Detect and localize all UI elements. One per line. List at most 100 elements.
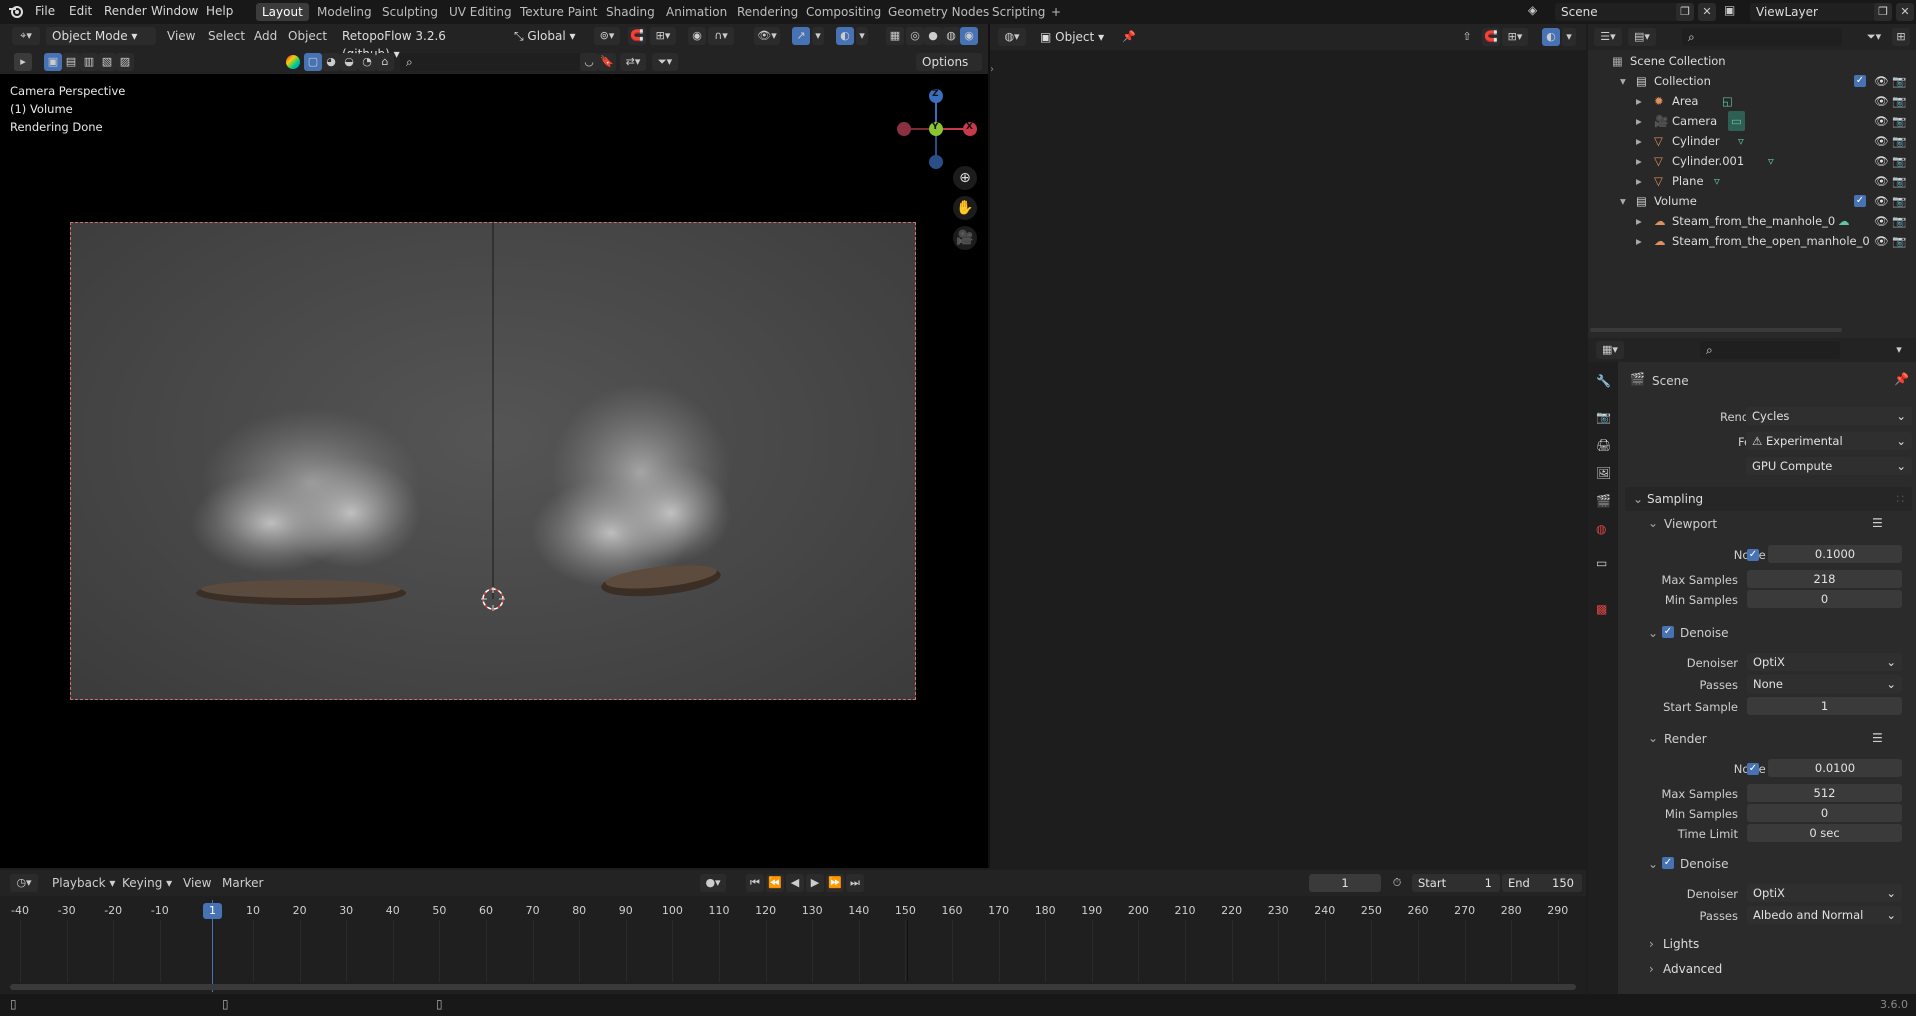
menu-window[interactable]: Window [151, 4, 198, 18]
presets-list-icon[interactable]: ☰ [1872, 516, 1883, 530]
timeline-scrollbar[interactable] [10, 984, 1576, 990]
solid-shading-icon[interactable]: ● [924, 27, 942, 45]
advanced-section[interactable]: › Advanced [1625, 957, 1912, 981]
jump-end-icon[interactable]: ⏭ [846, 874, 864, 892]
right-overlay-dropdown-icon[interactable]: ▾ [1562, 28, 1576, 46]
play-icon[interactable]: ▶ [806, 874, 824, 892]
navigation-gizmo[interactable]: Z Y X [894, 84, 984, 174]
view-layer-icon[interactable]: ▣ [1724, 3, 1735, 17]
outliner-row-plane[interactable]: ▸ ▽ Plane ▿ 👁 📷 [1592, 171, 1916, 191]
scene-selector-icon[interactable]: ◈ [1528, 3, 1537, 17]
tab-texture-paint[interactable]: Texture Paint [514, 3, 603, 21]
output-tab-icon[interactable]: 🖨 [1596, 438, 1611, 452]
drag-handle-icon[interactable]: ∷ [1896, 487, 1904, 511]
eye-icon[interactable]: 👁 [1874, 131, 1889, 151]
render-camera-icon[interactable]: 📷 [1892, 211, 1906, 231]
properties-options-icon[interactable]: ▾ [1890, 341, 1908, 359]
r-min-field[interactable]: 0 [1747, 804, 1902, 822]
texture-tab-icon[interactable]: ▩ [1596, 602, 1607, 616]
tab-shading[interactable]: Shading [600, 3, 661, 21]
render-engine-select[interactable]: Cycles ⌄ [1746, 407, 1912, 425]
r-denoiser-select[interactable]: OptiX ⌄ [1747, 884, 1902, 902]
viewport-menu-add[interactable]: Add [254, 29, 277, 43]
gizmo-dropdown-icon[interactable]: ▾ [812, 27, 824, 45]
outliner-row-camera[interactable]: ▸ 🎥 Camera ▭ 👁 📷 [1592, 111, 1916, 131]
mode-select[interactable]: Object Mode ▾ [46, 27, 156, 45]
viewport-menu-object[interactable]: Object [288, 29, 327, 43]
expand-arrow-icon[interactable]: ▾ [1620, 191, 1626, 211]
eye-icon[interactable]: 👁 [1874, 231, 1889, 251]
outliner-row-cylinder-001[interactable]: ▸ ▽ Cylinder.001 ▿ 👁 📷 [1592, 151, 1916, 171]
sort-icon[interactable]: ⇄▾ [620, 53, 646, 71]
view-layer-tab-icon[interactable]: 🖼 [1596, 466, 1611, 480]
visibility-icon[interactable]: 👁▾ [754, 27, 780, 45]
viewport-menu-select[interactable]: Select [208, 29, 245, 43]
render-camera-icon[interactable]: 📷 [1892, 131, 1906, 151]
prev-keyframe-icon[interactable]: ⏪ [766, 874, 784, 892]
viewport-3d[interactable]: Camera Perspective (1) Volume Rendering … [0, 74, 988, 868]
right-area-canvas[interactable] [990, 50, 1586, 868]
sampling-section[interactable]: ⌄ Sampling ∷ [1625, 487, 1912, 511]
world-tab-icon[interactable]: ◍ [1596, 522, 1606, 536]
retopoflow-button[interactable]: RetopoFlow 3.2.6 (github) ▾ [336, 27, 492, 61]
expand-arrow-icon[interactable]: ▸ [1636, 211, 1642, 231]
menu-file[interactable]: File [35, 4, 55, 18]
filter-scene-icon[interactable]: ⌂ [376, 53, 394, 71]
editor-type-icon[interactable]: ⌖▾ [12, 27, 40, 45]
expand-arrow-icon[interactable]: ▸ [1636, 171, 1642, 191]
transform-orientation-select[interactable]: ⤡ Global ▾ [508, 27, 588, 45]
select-extend-icon[interactable]: ▤ [62, 53, 80, 71]
select-subtract-icon[interactable]: ▥ [80, 53, 98, 71]
timeline-menu-playback[interactable]: Playback ▾ [52, 876, 115, 890]
options-button[interactable]: Options ▾ [916, 53, 982, 87]
device-select[interactable]: GPU Compute ⌄ [1746, 457, 1912, 475]
current-frame-field[interactable]: 1 [1309, 874, 1381, 892]
expand-arrow-icon[interactable]: ▸ [1636, 131, 1642, 151]
snap-target-icon[interactable]: ⊞▾ [650, 27, 676, 45]
camera-data-icon[interactable]: ▭ [1728, 111, 1745, 131]
collection-tab-icon[interactable]: ▭ [1596, 556, 1607, 570]
vp-start-field[interactable]: 1 [1747, 697, 1902, 715]
new-view-layer-icon[interactable]: ❐ [1874, 3, 1892, 21]
tab-layout[interactable]: Layout [256, 3, 309, 21]
stopwatch-icon[interactable]: ⏱ [1388, 874, 1406, 892]
outliner-scrollbar[interactable] [1590, 328, 1842, 332]
exclude-checkbox[interactable]: ✓ [1854, 75, 1866, 87]
new-scene-icon[interactable]: ❐ [1676, 3, 1694, 21]
expand-arrow-icon[interactable]: ▸ [1636, 111, 1642, 131]
properties-pin-icon[interactable]: 📌 [1894, 372, 1909, 386]
mesh-data-icon[interactable]: ▿ [1768, 151, 1774, 171]
outliner-search-input[interactable]: ⌕ [1682, 28, 1842, 46]
render-camera-icon[interactable]: 📷 [1892, 231, 1906, 251]
vp-passes-select[interactable]: None ⌄ [1747, 675, 1902, 693]
eye-icon[interactable]: 👁 [1874, 151, 1889, 171]
render-tab-icon[interactable]: 📷 [1596, 410, 1611, 424]
viewport-search-input[interactable]: ⌕ [400, 53, 580, 71]
r-noise-field[interactable]: 0.0100 [1768, 759, 1902, 777]
vp-denoise-checkbox[interactable]: ✓ [1662, 626, 1674, 638]
next-keyframe-icon[interactable]: ⏩ [826, 874, 844, 892]
eye-icon[interactable]: 👁 [1874, 171, 1889, 191]
expand-arrow-icon[interactable]: ▸ [1636, 231, 1642, 251]
filter-sphere-icon[interactable]: ◕ [322, 53, 340, 71]
expand-arrow-icon[interactable]: ▸ [1636, 151, 1642, 171]
outliner-row-cylinder[interactable]: ▸ ▽ Cylinder ▿ 👁 📷 [1592, 131, 1916, 151]
add-workspace-button[interactable]: + [1045, 3, 1067, 21]
pan-hand-icon[interactable]: ✋ [953, 196, 977, 220]
playhead-frame-label[interactable]: 1 [203, 903, 222, 919]
camera-view-icon[interactable]: 🎥 [953, 226, 977, 250]
tab-geometry-nodes[interactable]: Geometry Nodes [882, 3, 995, 21]
eye-icon[interactable]: 👁 [1874, 91, 1889, 111]
rendered-shading-icon[interactable]: ◉ [960, 27, 978, 45]
clear-search-icon[interactable]: ◡ [580, 53, 598, 71]
outliner-editor-type-icon[interactable]: ☰▾ [1594, 28, 1622, 46]
right-snap-target-icon[interactable]: ⊞▾ [1502, 28, 1528, 46]
mesh-data-icon[interactable]: ▿ [1738, 131, 1744, 151]
falloff-icon[interactable]: ∩▾ [708, 27, 734, 45]
tab-sculpting[interactable]: Sculpting [376, 3, 444, 21]
outliner-filter-icon[interactable]: ⏷▾ [1860, 28, 1888, 46]
outliner-display-mode-icon[interactable]: ▤▾ [1628, 28, 1656, 46]
tab-modeling[interactable]: Modeling [311, 3, 378, 21]
vp-denoiser-select[interactable]: OptiX ⌄ [1747, 653, 1902, 671]
material-shading-icon[interactable]: ◍ [942, 27, 960, 45]
